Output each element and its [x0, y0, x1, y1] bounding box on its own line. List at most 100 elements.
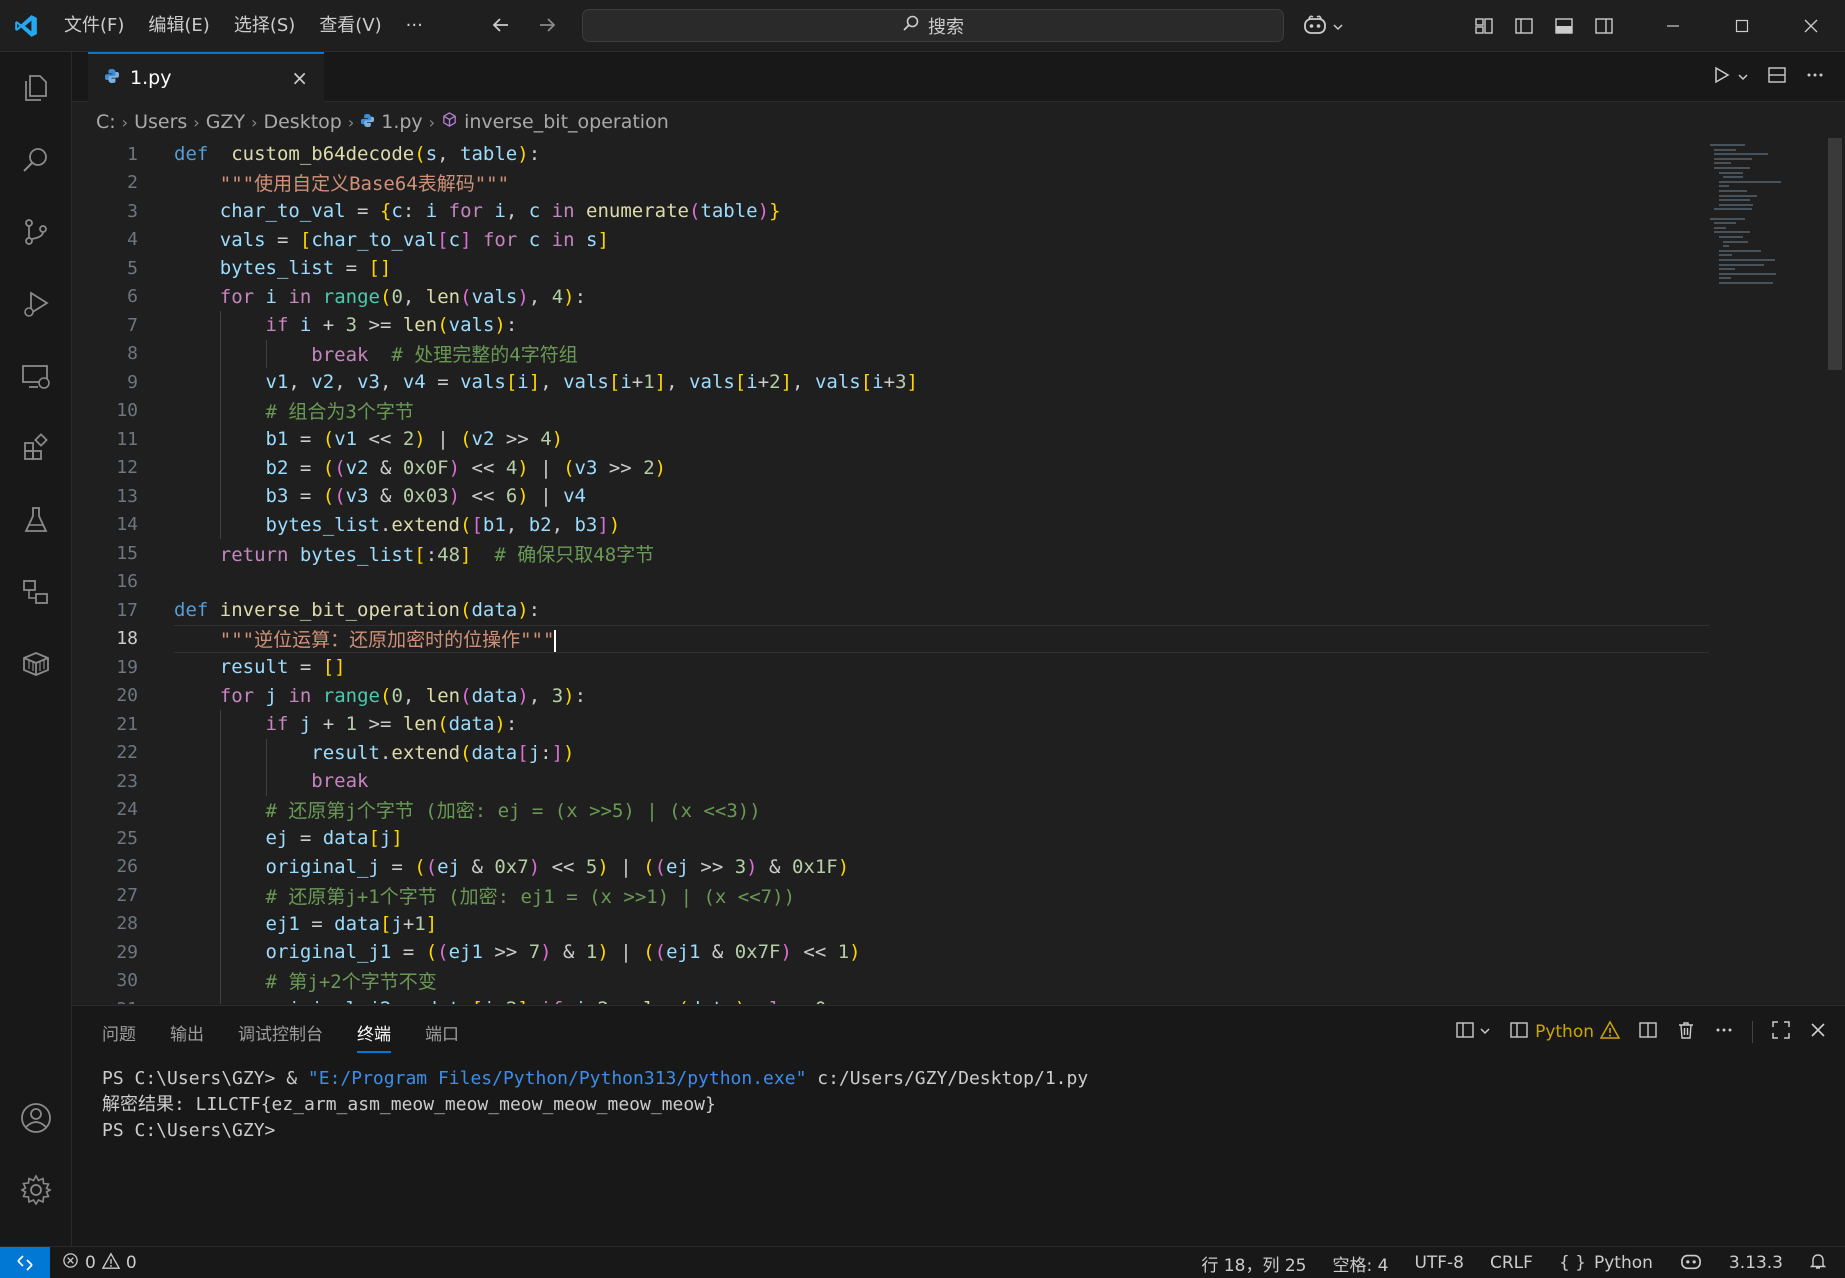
breadcrumb-file[interactable]: 1.py [381, 111, 422, 133]
more-actions-icon[interactable] [1714, 1020, 1734, 1045]
terminal-instance[interactable]: Python [1509, 1019, 1621, 1045]
language-mode[interactable]: { } Python [1559, 1253, 1653, 1273]
terminal-output[interactable]: PS C:\Users\GZY> & "E:/Program Files/Pyt… [102, 1066, 1088, 1144]
code-line[interactable]: 14 bytes_list.extend([b1, b2, b3]) [72, 511, 1712, 540]
code-line[interactable]: 25 ej = data[j] [72, 824, 1712, 853]
toggle-secondary-sidebar-icon[interactable] [1584, 0, 1624, 52]
toggle-primary-sidebar-icon[interactable] [1504, 0, 1544, 52]
code-line[interactable]: 28 ej1 = data[j+1] [72, 910, 1712, 939]
minimap[interactable] [1710, 138, 1820, 318]
editor-scrollbar[interactable] [1828, 138, 1842, 1004]
encoding[interactable]: UTF-8 [1414, 1253, 1464, 1273]
code-line[interactable]: 11 b1 = (v1 << 2) | (v2 >> 4) [72, 425, 1712, 454]
menu-selection[interactable]: 选择(S) [222, 0, 307, 52]
package-icon[interactable] [0, 628, 72, 700]
split-terminal-icon[interactable] [1638, 1020, 1658, 1045]
code-line[interactable]: 24 # 还原第j个字节 (加密: ej = (x >>5) | (x <<3)… [72, 796, 1712, 825]
new-terminal-split-icon[interactable] [1455, 1020, 1475, 1045]
menu-more[interactable]: ··· [394, 0, 435, 52]
code-line[interactable]: 23 break [72, 767, 1712, 796]
split-editor-icon[interactable] [1767, 65, 1787, 89]
tab-debug-console[interactable]: 调试控制台 [238, 1020, 323, 1045]
code-line[interactable]: 3 char_to_val = {c: i for i, c in enumer… [72, 197, 1712, 226]
terminal-dropdown-chevron-icon[interactable] [1479, 1022, 1491, 1042]
containers-icon[interactable] [0, 556, 72, 628]
breadcrumb-symbol[interactable]: inverse_bit_operation [464, 111, 669, 133]
code-line[interactable]: 13 b3 = ((v3 & 0x03) << 6) | v4 [72, 482, 1712, 511]
breadcrumb-gzy[interactable]: GZY [206, 111, 245, 133]
code-line[interactable]: 6 for i in range(0, len(vals), 4): [72, 283, 1712, 312]
forward-arrow-icon[interactable] [536, 14, 558, 40]
code-line[interactable]: 9 v1, v2, v3, v4 = vals[i], vals[i+1], v… [72, 368, 1712, 397]
problems-indicator[interactable]: 0 0 [62, 1247, 137, 1278]
copilot-menu[interactable] [1302, 14, 1344, 40]
close-window-icon[interactable] [1776, 0, 1845, 52]
run-debug-icon[interactable] [0, 268, 72, 340]
code-line[interactable]: 19 result = [] [72, 653, 1712, 682]
code-line[interactable]: 30 # 第j+2个字节不变 [72, 967, 1712, 996]
code-line[interactable]: 20 for j in range(0, len(data), 3): [72, 682, 1712, 711]
python-interpreter-version[interactable]: 3.13.3 [1729, 1253, 1783, 1273]
maximize-icon[interactable] [1707, 0, 1776, 52]
close-tab-icon[interactable]: × [291, 66, 308, 90]
run-options-chevron-icon[interactable] [1737, 68, 1749, 87]
tab-terminal[interactable]: 终端 [357, 1020, 391, 1053]
code-line[interactable]: 12 b2 = ((v2 & 0x0F) << 4) | (v3 >> 2) [72, 454, 1712, 483]
code-line[interactable]: 4 vals = [char_to_val[c] for c in s] [72, 226, 1712, 255]
notifications-bell-icon[interactable] [1809, 1252, 1827, 1275]
line-number: 29 [116, 941, 138, 963]
run-python-file-icon[interactable] [1711, 65, 1731, 89]
copilot-status-icon[interactable] [1679, 1251, 1703, 1276]
code-line[interactable]: 8 break # 处理完整的4字符组 [72, 340, 1712, 369]
code-line[interactable]: 27 # 还原第j+1个字节 (加密: ej1 = (x >>1) | (x <… [72, 881, 1712, 910]
extensions-icon[interactable] [0, 412, 72, 484]
breadcrumb-drive[interactable]: C: [96, 111, 116, 133]
code-line[interactable]: 15 return bytes_list[:48] # 确保只取48字节 [72, 539, 1712, 568]
code-line[interactable]: 2 """使用自定义Base64表解码""" [72, 169, 1712, 198]
trash-icon[interactable] [1676, 1020, 1696, 1045]
code-line[interactable]: 21 if j + 1 >= len(data): [72, 710, 1712, 739]
scrollbar-thumb[interactable] [1828, 138, 1842, 370]
search-view-icon[interactable] [0, 124, 72, 196]
tab-output[interactable]: 输出 [170, 1020, 204, 1045]
code-line[interactable]: 18 """逆位运算：还原加密时的位操作""" [72, 625, 1712, 654]
vscode-logo-icon[interactable] [0, 0, 52, 52]
code-line[interactable]: 22 result.extend(data[j:]) [72, 739, 1712, 768]
testing-flask-icon[interactable] [0, 484, 72, 556]
code-line[interactable]: 17 def inverse_bit_operation(data): [72, 596, 1712, 625]
code-line[interactable]: 5 bytes_list = [] [72, 254, 1712, 283]
source-control-icon[interactable] [0, 196, 72, 268]
menu-view[interactable]: 查看(V) [307, 0, 393, 52]
minimize-icon[interactable] [1638, 0, 1707, 52]
code-line[interactable]: 29 original_j1 = ((ej1 >> 7) & 1) | ((ej… [72, 938, 1712, 967]
code-line[interactable]: 31 original_j2 = data[j+2] if j+2 < len(… [72, 995, 1712, 1004]
code-line[interactable]: 7 if i + 3 >= len(vals): [72, 311, 1712, 340]
breadcrumb-users[interactable]: Users [134, 111, 187, 133]
account-icon[interactable] [0, 1082, 72, 1154]
indentation[interactable]: 空格: 4 [1332, 1251, 1388, 1276]
code-editor[interactable]: 1 def custom_b64decode(s, table): 2 """使用自… [72, 138, 1827, 1004]
settings-gear-icon[interactable] [0, 1154, 72, 1226]
customize-layout-icon[interactable] [1464, 0, 1504, 52]
more-actions-icon[interactable] [1805, 65, 1825, 89]
toggle-panel-icon[interactable] [1544, 0, 1584, 52]
back-arrow-icon[interactable] [490, 14, 512, 40]
command-center-search[interactable]: 搜索 [582, 9, 1284, 42]
menu-file[interactable]: 文件(F) [52, 0, 136, 52]
code-line[interactable]: 16 [72, 568, 1712, 597]
remote-explorer-icon[interactable] [0, 340, 72, 412]
explorer-icon[interactable] [0, 52, 72, 124]
remote-indicator-icon[interactable] [0, 1247, 50, 1278]
code-line[interactable]: 26 original_j = ((ej & 0x7) << 5) | ((ej… [72, 853, 1712, 882]
close-panel-icon[interactable] [1809, 1021, 1827, 1044]
tab-1-py[interactable]: 1.py × [88, 52, 324, 102]
end-of-line[interactable]: CRLF [1490, 1253, 1533, 1273]
code-line[interactable]: 1 def custom_b64decode(s, table): [72, 140, 1712, 169]
menu-edit[interactable]: 编辑(E) [136, 0, 221, 52]
tab-problems[interactable]: 问题 [102, 1020, 136, 1045]
code-line[interactable]: 10 # 组合为3个字节 [72, 397, 1712, 426]
maximize-panel-icon[interactable] [1771, 1020, 1791, 1045]
breadcrumb-desktop[interactable]: Desktop [263, 111, 341, 133]
tab-ports[interactable]: 端口 [425, 1020, 459, 1045]
cursor-position[interactable]: 行 18，列 25 [1201, 1251, 1306, 1276]
